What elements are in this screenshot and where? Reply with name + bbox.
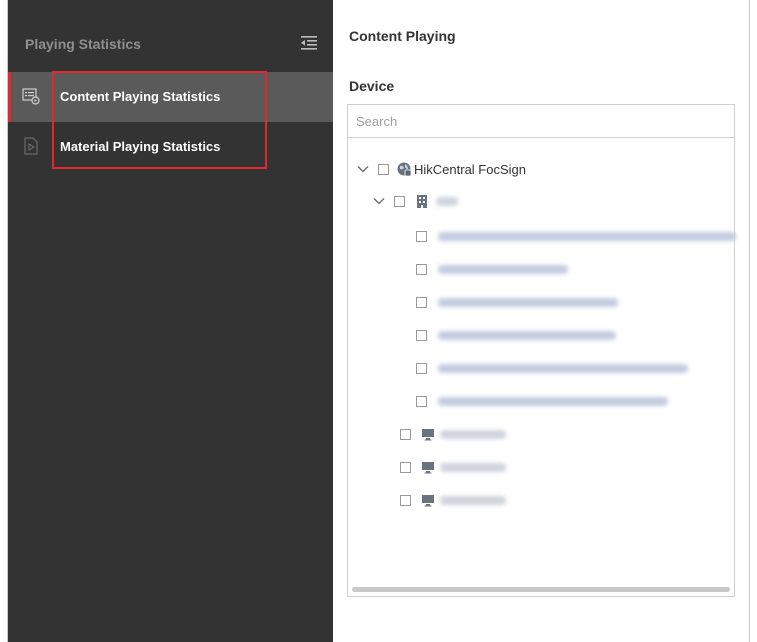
monitor-icon — [422, 429, 434, 441]
sidebar-item-label: Material Playing Statistics — [60, 139, 221, 154]
tree-checkbox[interactable] — [394, 196, 405, 207]
tree-item[interactable] — [416, 327, 736, 347]
redacted-label — [438, 331, 616, 340]
tree-node-label: HikCentral FocSign — [414, 162, 526, 177]
tree-checkbox[interactable] — [400, 462, 411, 473]
redacted-label — [440, 496, 506, 505]
main-panel: Content Playing Device HikCentral FocSig… — [333, 0, 749, 642]
monitor-icon — [422, 495, 434, 507]
tree-checkbox[interactable] — [416, 330, 427, 341]
chevron-down-icon[interactable] — [356, 162, 370, 176]
tree-checkbox[interactable] — [378, 164, 389, 175]
sidebar-title: Playing Statistics — [25, 36, 141, 52]
tree-item[interactable] — [416, 393, 736, 413]
building-icon — [417, 195, 427, 208]
tree-checkbox[interactable] — [400, 429, 411, 440]
collapse-menu-icon[interactable] — [299, 34, 319, 52]
device-section-label: Device — [349, 78, 395, 94]
tree-checkbox[interactable] — [416, 297, 427, 308]
statistics-list-icon — [22, 88, 40, 105]
tree-item[interactable] — [416, 294, 736, 314]
tree-checkbox[interactable] — [416, 264, 427, 275]
tree-device-node[interactable] — [400, 492, 600, 512]
tree-checkbox[interactable] — [416, 396, 427, 407]
redacted-label — [440, 430, 506, 439]
monitor-icon — [422, 462, 434, 474]
redacted-label — [438, 364, 688, 373]
redacted-label — [440, 463, 506, 472]
tree-item[interactable] — [416, 228, 736, 248]
search-input[interactable] — [347, 104, 735, 138]
chevron-down-icon[interactable] — [372, 194, 386, 208]
tree-checkbox[interactable] — [416, 363, 427, 374]
device-tree: HikCentral FocSign — [347, 137, 736, 597]
tree-area-node[interactable] — [372, 193, 722, 213]
tree-root-node[interactable]: HikCentral FocSign — [356, 161, 726, 181]
sidebar-item-content-playing-statistics[interactable]: Content Playing Statistics — [8, 72, 333, 122]
sidebar-item-label: Content Playing Statistics — [60, 89, 221, 104]
sidebar: Playing Statistics Content Playing Stati… — [8, 0, 333, 642]
redacted-label — [438, 232, 736, 241]
tree-item[interactable] — [416, 261, 736, 281]
horizontal-scrollbar[interactable] — [352, 587, 730, 592]
redacted-label — [438, 298, 618, 307]
media-file-icon — [24, 137, 38, 155]
sidebar-item-material-playing-statistics[interactable]: Material Playing Statistics — [8, 122, 333, 172]
tree-device-node[interactable] — [400, 459, 600, 479]
tree-item[interactable] — [416, 360, 736, 380]
redacted-label — [436, 197, 458, 206]
tree-checkbox[interactable] — [416, 231, 427, 242]
redacted-label — [438, 397, 668, 406]
redacted-label — [438, 265, 568, 274]
tree-device-node[interactable] — [400, 426, 600, 446]
page-title: Content Playing — [349, 28, 456, 44]
tree-checkbox[interactable] — [400, 495, 411, 506]
globe-site-icon — [397, 162, 412, 177]
